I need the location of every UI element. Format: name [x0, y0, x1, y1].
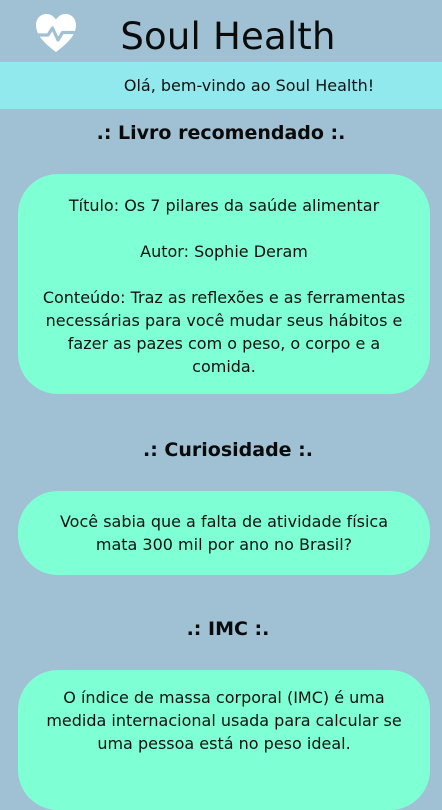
- curiosity-section-title: .: Curiosidade :.: [143, 439, 313, 461]
- imc-text: O índice de massa corporal (IMC) é uma m…: [46, 688, 402, 753]
- curiosity-text: Você sabia que a falta de atividade físi…: [59, 512, 389, 554]
- welcome-banner: Olá, bem-vindo ao Soul Health!: [0, 62, 442, 109]
- book-section-title: .: Livro recomendado :.: [96, 122, 346, 144]
- imc-card: O índice de massa corporal (IMC) é uma m…: [18, 670, 430, 810]
- book-card: Título: Os 7 pilares da saúde alimentar …: [18, 174, 430, 394]
- app-title: Soul Health: [120, 15, 336, 58]
- book-title: Título: Os 7 pilares da saúde alimentar: [68, 196, 380, 215]
- welcome-text: Olá, bem-vindo ao Soul Health!: [123, 76, 375, 95]
- curiosity-card: Você sabia que a falta de atividade físi…: [18, 491, 430, 575]
- book-content: Conteúdo: Traz as reflexões e as ferrame…: [42, 288, 406, 376]
- app-header: Soul Health: [0, 0, 442, 62]
- imc-section-title: .: IMC :.: [186, 618, 270, 640]
- book-author: Autor: Sophie Deram: [140, 242, 308, 261]
